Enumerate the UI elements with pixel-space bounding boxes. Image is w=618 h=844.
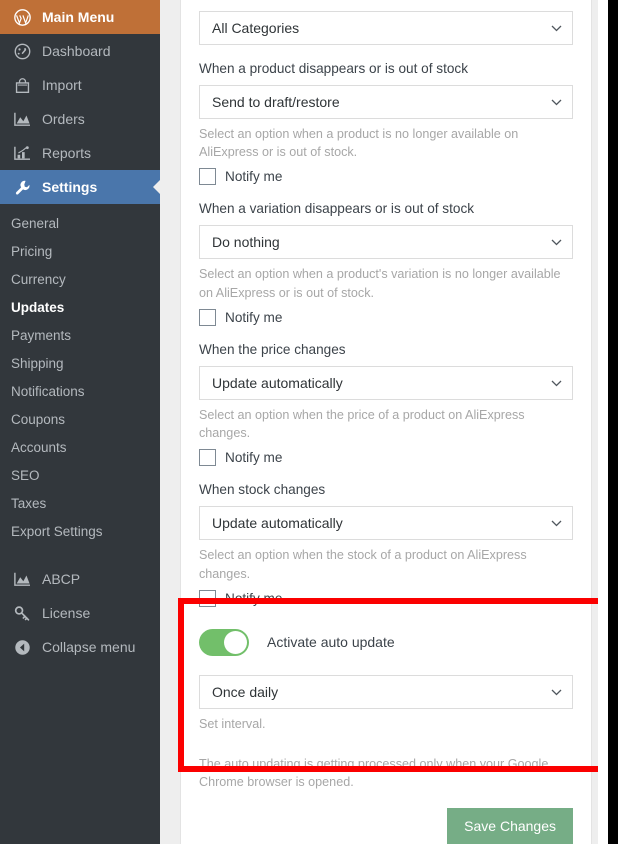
- sidebar-divider: [0, 554, 160, 562]
- submenu-item-taxes[interactable]: Taxes: [0, 490, 160, 518]
- sidebar-item-abcp[interactable]: ABCP: [0, 562, 160, 596]
- submenu-item-general[interactable]: General: [0, 210, 160, 238]
- notify-me-label: Notify me: [225, 310, 282, 325]
- product-disappears-value: Send to draft/restore: [212, 94, 340, 110]
- chevron-down-icon: [551, 99, 562, 106]
- product-disappears-help: Select an option when a product is no lo…: [199, 125, 573, 162]
- price-changes-notify-row[interactable]: Notify me: [199, 449, 573, 466]
- auto-update-footer-note: The auto updating is getting processed o…: [199, 755, 573, 792]
- toggle-knob: [224, 631, 247, 654]
- wordpress-icon: [11, 7, 33, 27]
- interval-select-value: Once daily: [212, 684, 278, 700]
- submenu-item-seo[interactable]: SEO: [0, 462, 160, 490]
- price-changes-value: Update automatically: [212, 375, 343, 391]
- chevron-down-icon: [551, 380, 562, 387]
- sidebar-item-label: Reports: [42, 146, 91, 160]
- price-changes-help: Select an option when the price of a pro…: [199, 406, 573, 443]
- stock-changes-notify-row[interactable]: Notify me: [199, 590, 573, 607]
- save-button-row: Save Changes: [199, 808, 573, 844]
- sidebar-item-collapse-menu[interactable]: Collapse menu: [0, 630, 160, 664]
- sidebar-item-label: Collapse menu: [42, 640, 135, 654]
- submenu-item-payments[interactable]: Payments: [0, 322, 160, 350]
- variation-disappears-label: When a variation disappears or is out of…: [199, 201, 573, 218]
- key-icon: [11, 603, 33, 623]
- sidebar-item-label: Import: [42, 78, 82, 92]
- chevron-down-icon: [551, 520, 562, 527]
- stock-changes-value: Update automatically: [212, 515, 343, 531]
- sidebar-item-label: Settings: [42, 180, 97, 194]
- sidebar-item-settings[interactable]: Settings: [0, 170, 160, 204]
- notify-me-label: Notify me: [225, 450, 282, 465]
- sidebar-item-label: Orders: [42, 112, 85, 126]
- sidebar-item-dashboard[interactable]: Dashboard: [0, 34, 160, 68]
- activate-auto-update-row[interactable]: Activate auto update: [199, 629, 573, 656]
- variation-disappears-select[interactable]: Do nothing: [199, 225, 573, 259]
- right-gap-strip: [598, 0, 608, 844]
- sidebar: Main Menu Dashboard: [0, 0, 160, 844]
- submenu-item-updates[interactable]: Updates: [0, 294, 160, 322]
- notify-me-label: Notify me: [225, 169, 282, 184]
- notify-me-label: Notify me: [225, 591, 282, 606]
- stock-changes-label: When stock changes: [199, 482, 573, 499]
- orders-chart-icon: [11, 109, 33, 129]
- sidebar-item-reports[interactable]: Reports: [0, 136, 160, 170]
- settings-submenu: General Pricing Currency Updates Payment…: [0, 204, 160, 554]
- import-bag-icon: [11, 75, 33, 95]
- notify-me-checkbox[interactable]: [199, 309, 216, 326]
- sidebar-item-label: Dashboard: [42, 44, 111, 58]
- main-content: All Categories When a product disappears…: [160, 0, 608, 844]
- chevron-down-icon: [551, 689, 562, 696]
- sidebar-item-license[interactable]: License: [0, 596, 160, 630]
- save-changes-button[interactable]: Save Changes: [447, 808, 573, 844]
- product-disappears-select[interactable]: Send to draft/restore: [199, 85, 573, 119]
- price-changes-label: When the price changes: [199, 342, 573, 359]
- sidebar-item-orders[interactable]: Orders: [0, 102, 160, 136]
- submenu-item-accounts[interactable]: Accounts: [0, 434, 160, 462]
- dashboard-icon: [11, 41, 33, 61]
- interval-help: Set interval.: [199, 715, 573, 733]
- price-changes-select[interactable]: Update automatically: [199, 366, 573, 400]
- category-select[interactable]: All Categories: [199, 11, 573, 45]
- variation-disappears-help: Select an option when a product's variat…: [199, 265, 573, 302]
- submenu-item-export-settings[interactable]: Export Settings: [0, 518, 160, 546]
- wrench-icon: [11, 177, 33, 197]
- updates-settings-card: All Categories When a product disappears…: [180, 0, 592, 844]
- app-root: Main Menu Dashboard: [0, 0, 618, 844]
- product-disappears-label: When a product disappears or is out of s…: [199, 61, 573, 78]
- sidebar-item-main-menu[interactable]: Main Menu: [0, 0, 160, 34]
- submenu-item-pricing[interactable]: Pricing: [0, 238, 160, 266]
- sidebar-item-import[interactable]: Import: [0, 68, 160, 102]
- stock-changes-help: Select an option when the stock of a pro…: [199, 546, 573, 583]
- submenu-item-currency[interactable]: Currency: [0, 266, 160, 294]
- variation-disappears-value: Do nothing: [212, 234, 280, 250]
- interval-select[interactable]: Once daily: [199, 675, 573, 709]
- chevron-down-icon: [551, 239, 562, 246]
- reports-bar-icon: [11, 143, 33, 163]
- activate-auto-update-toggle[interactable]: [199, 629, 249, 656]
- sidebar-item-label: ABCP: [42, 572, 80, 586]
- notify-me-checkbox[interactable]: [199, 590, 216, 607]
- right-edge-strip: [608, 0, 618, 844]
- variation-disappears-notify-row[interactable]: Notify me: [199, 309, 573, 326]
- sidebar-main-menu-label: Main Menu: [42, 10, 114, 24]
- notify-me-checkbox[interactable]: [199, 168, 216, 185]
- stock-changes-select[interactable]: Update automatically: [199, 506, 573, 540]
- collapse-arrow-icon: [11, 637, 33, 657]
- product-disappears-notify-row[interactable]: Notify me: [199, 168, 573, 185]
- notify-me-checkbox[interactable]: [199, 449, 216, 466]
- submenu-item-notifications[interactable]: Notifications: [0, 378, 160, 406]
- submenu-item-coupons[interactable]: Coupons: [0, 406, 160, 434]
- chevron-down-icon: [551, 25, 562, 32]
- submenu-item-shipping[interactable]: Shipping: [0, 350, 160, 378]
- abcp-chart-icon: [11, 569, 33, 589]
- activate-auto-update-label: Activate auto update: [267, 634, 395, 650]
- category-select-value: All Categories: [212, 20, 299, 36]
- sidebar-item-label: License: [42, 606, 90, 620]
